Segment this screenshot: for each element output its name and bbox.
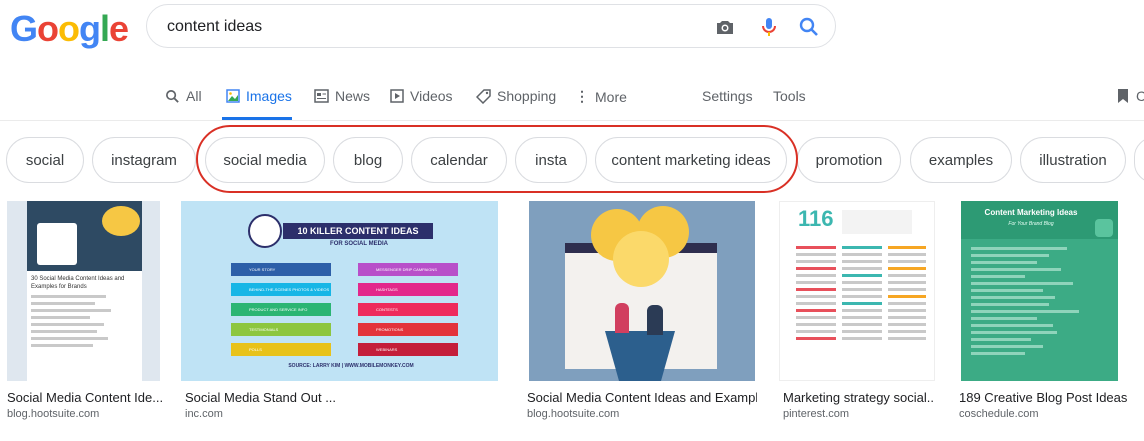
- chip-partial[interactable]: [1134, 137, 1144, 183]
- thumb-list-right: MESSENGER DRIP CAMPAIGNS HASHTAGS CONTES…: [358, 263, 458, 363]
- camera-icon[interactable]: [713, 15, 737, 39]
- thumb-subtitle: For Your Brand Blog: [1008, 221, 1054, 227]
- tab-images[interactable]: Images: [226, 88, 292, 104]
- annotation-highlight: [196, 125, 798, 193]
- chip-promotion[interactable]: promotion: [797, 137, 901, 183]
- thumb-column: [796, 242, 836, 344]
- logo-letter: l: [100, 8, 110, 49]
- tab-label: Images: [246, 88, 292, 104]
- tab-all[interactable]: All: [165, 88, 202, 104]
- result-title[interactable]: Social Media Content Ideas and Exampl...: [527, 390, 757, 405]
- thumb-heading: [842, 210, 912, 234]
- image-icon: [226, 89, 240, 103]
- news-icon: [314, 89, 329, 103]
- saved-link[interactable]: C: [1116, 88, 1144, 104]
- result-title[interactable]: Marketing strategy social...: [783, 390, 933, 405]
- tools-link[interactable]: Tools: [773, 88, 806, 104]
- thumb-column: [888, 242, 926, 344]
- google-logo[interactable]: Google: [10, 8, 129, 50]
- result-source[interactable]: blog.hootsuite.com: [7, 408, 99, 420]
- tab-label: All: [186, 88, 202, 104]
- logo-letter: G: [10, 8, 38, 49]
- chip-label: promotion: [815, 151, 883, 169]
- settings-link[interactable]: Settings: [702, 88, 753, 104]
- tab-videos[interactable]: Videos: [390, 88, 453, 104]
- tab-label: More: [595, 88, 627, 105]
- result-thumbnail[interactable]: Content Marketing Ideas For Your Brand B…: [961, 201, 1118, 381]
- thumb-number: 116: [798, 206, 834, 231]
- thumb-list: [971, 243, 1091, 359]
- thumb-column: [842, 242, 882, 344]
- thumb-subtitle: FOR SOCIAL MEDIA: [330, 241, 388, 247]
- chip-label: examples: [928, 151, 994, 169]
- thumb-title: 10 KILLER CONTENT IDEAS: [283, 223, 433, 239]
- tag-icon: [476, 88, 491, 104]
- search-tabs: All Images News Videos Shopping ⋮ More S…: [0, 88, 1144, 110]
- search-icon: [166, 89, 179, 103]
- thumb-title: Content Marketing Ideas: [984, 208, 1078, 217]
- chip-instagram[interactable]: instagram: [92, 137, 196, 183]
- result-title[interactable]: 189 Creative Blog Post Ideas ...: [959, 390, 1127, 405]
- result-thumbnail[interactable]: [529, 201, 755, 381]
- result-thumbnail[interactable]: 116: [779, 201, 935, 381]
- bulb-graphic: [102, 206, 140, 236]
- result-title[interactable]: Social Media Stand Out ...: [185, 390, 345, 405]
- saved-label-partial: C: [1136, 88, 1144, 104]
- search-input[interactable]: [165, 13, 689, 41]
- tab-label: Videos: [410, 88, 453, 104]
- divider: [0, 120, 1144, 121]
- search-icon[interactable]: [797, 15, 821, 39]
- logo-letter: o: [58, 8, 80, 49]
- thumb-text-block: 30 Social Media Content Ideas and Exampl…: [27, 271, 142, 381]
- person-graphic: [615, 303, 629, 333]
- logo-letter: e: [109, 8, 129, 49]
- chip-illustration[interactable]: illustration: [1020, 137, 1126, 183]
- logo-letter: g: [79, 8, 101, 49]
- tab-shopping[interactable]: Shopping: [476, 88, 556, 104]
- more-vert-icon: ⋮: [575, 88, 589, 104]
- tab-label: Shopping: [497, 88, 557, 104]
- chip-label: illustration: [1039, 151, 1107, 169]
- tab-news[interactable]: News: [314, 88, 370, 104]
- thumb-title: 30 Social Media Content Ideas and Exampl…: [31, 276, 125, 290]
- bulb-graphic: [613, 231, 669, 287]
- thumb-list-left: YOUR STORY BEHIND-THE-SCENES PHOTOS & VI…: [231, 263, 331, 363]
- chip-label: social: [25, 151, 65, 169]
- result-thumbnail[interactable]: 10 KILLER CONTENT IDEAS FOR SOCIAL MEDIA…: [181, 201, 498, 381]
- microphone-icon[interactable]: [757, 15, 781, 39]
- search-box: [146, 4, 836, 48]
- tab-more[interactable]: ⋮ More: [575, 88, 627, 105]
- video-icon: [390, 89, 404, 103]
- thumb-footer: SOURCE: LARRY KIM | WWW.MOBILEMONKEY.COM: [288, 363, 414, 369]
- person-graphic: [647, 305, 663, 335]
- logo-letter: o: [37, 8, 59, 49]
- result-source[interactable]: coschedule.com: [959, 408, 1039, 420]
- result-source[interactable]: pinterest.com: [783, 408, 849, 420]
- tab-label: News: [335, 88, 371, 104]
- logo-graphic: [248, 214, 282, 248]
- calendar-graphic: [37, 223, 77, 265]
- chip-examples[interactable]: examples: [910, 137, 1012, 183]
- collection-icon: [1095, 219, 1113, 237]
- result-source[interactable]: inc.com: [185, 408, 223, 420]
- settings-label: Settings: [702, 88, 753, 104]
- result-title[interactable]: Social Media Content Ide...: [7, 390, 162, 405]
- chip-social[interactable]: social: [6, 137, 84, 183]
- bookmark-icon: [1118, 89, 1128, 103]
- tools-label: Tools: [773, 88, 806, 104]
- chip-label: instagram: [111, 151, 177, 169]
- result-thumbnail[interactable]: 30 Social Media Content Ideas and Exampl…: [7, 201, 160, 381]
- vase-graphic: [605, 331, 675, 381]
- result-source[interactable]: blog.hootsuite.com: [527, 408, 619, 420]
